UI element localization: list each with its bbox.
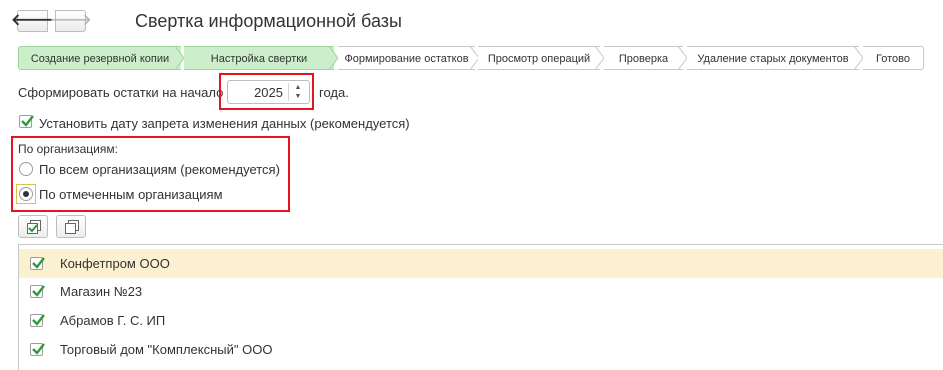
arrow-right-icon: 🡒 [49, 12, 92, 29]
step-operations[interactable]: Просмотр операций [478, 46, 600, 70]
step-balances[interactable]: Формирование остатков [338, 46, 475, 70]
forward-button[interactable]: 🡒 [49, 10, 92, 32]
organizations-list: Конфетпром ООО Магазин №23 Абрамов Г. С.… [18, 244, 943, 370]
org-name: Торговый дом "Комплексный" ООО [60, 342, 273, 357]
org-checkbox[interactable] [30, 285, 45, 298]
annotation-highlight-year [219, 73, 314, 110]
arrow-left-icon: 🡐 [11, 12, 54, 29]
step-delete-old[interactable]: Удаление старых документов [687, 46, 859, 70]
step-done[interactable]: Готово [863, 46, 924, 70]
checkmark-icon [21, 115, 34, 127]
org-checkbox[interactable] [30, 343, 45, 356]
org-checkbox[interactable] [30, 314, 45, 327]
org-name: Конфетпром ООО [60, 256, 170, 271]
year-suffix: года. [319, 85, 349, 100]
check-all-button[interactable] [18, 215, 48, 238]
step-backup[interactable]: Создание резервной копии [18, 46, 181, 70]
lock-date-checkbox[interactable] [19, 115, 34, 128]
uncheck-all-button[interactable] [56, 215, 86, 238]
uncheck-all-icon [65, 220, 79, 234]
org-checkbox[interactable] [30, 257, 45, 270]
step-settings[interactable]: Настройка свертки [184, 46, 334, 70]
checkmark-icon [32, 285, 45, 297]
checkmark-icon [32, 257, 45, 269]
list-item[interactable]: Магазин №23 [19, 277, 943, 306]
list-item[interactable]: Конфетпром ООО [19, 249, 943, 278]
check-all-icon [27, 220, 41, 234]
wizard-steps: Создание резервной копии Настройка сверт… [18, 46, 924, 70]
back-button[interactable]: 🡐 [11, 10, 54, 32]
list-item[interactable]: Торговый дом "Комплексный" ООО [19, 335, 943, 364]
year-label: Сформировать остатки на начало [18, 85, 224, 100]
checkmark-icon [32, 314, 45, 326]
step-check[interactable]: Проверка [604, 46, 683, 70]
lock-date-label: Установить дату запрета изменения данных… [39, 116, 410, 131]
page-title: Свертка информационной базы [135, 11, 402, 31]
org-name: Абрамов Г. С. ИП [60, 313, 166, 328]
checkmark-icon [32, 343, 45, 355]
annotation-highlight-orgs [11, 136, 290, 212]
list-item[interactable]: Абрамов Г. С. ИП [19, 306, 943, 335]
org-name: Магазин №23 [60, 284, 143, 299]
